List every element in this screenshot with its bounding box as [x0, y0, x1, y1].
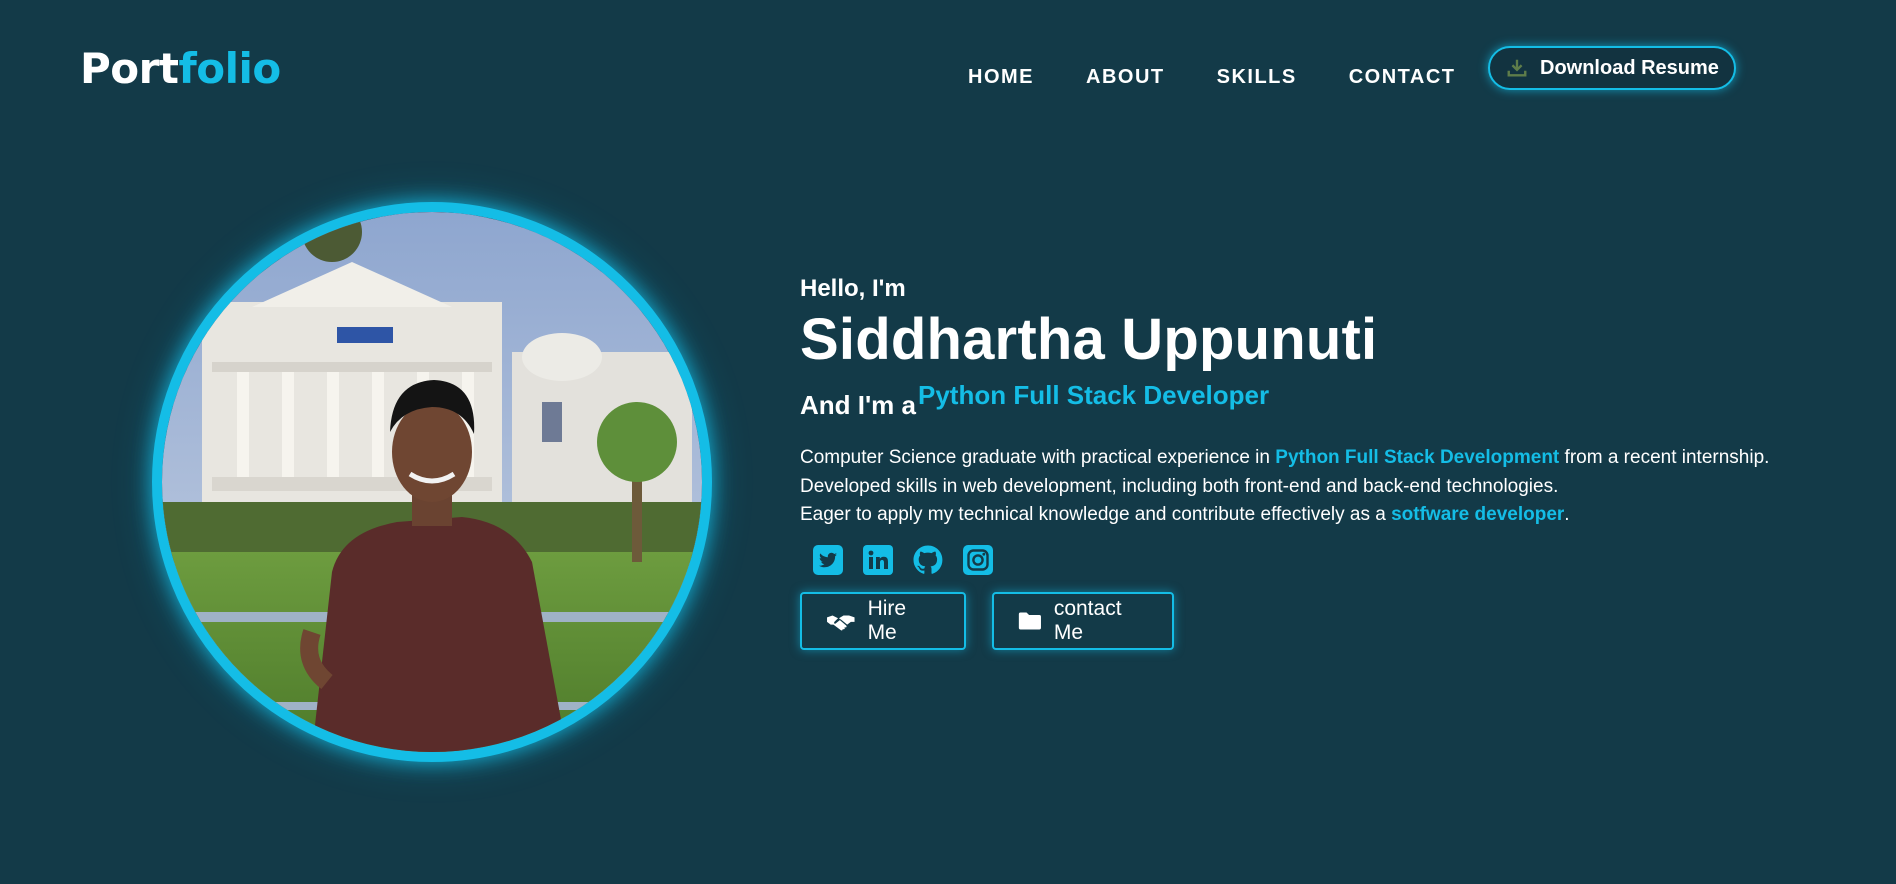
description-highlight: sotfware developer: [1391, 504, 1565, 525]
social-links: [800, 544, 1840, 576]
twitter-icon[interactable]: [812, 544, 844, 576]
role-line: And I'm a Python Full Stack Developer: [800, 380, 1840, 420]
hire-me-label: Hire Me: [867, 596, 907, 644]
cta-row: Hire Me contact Me: [800, 591, 1840, 650]
hire-me-button[interactable]: Hire Me: [800, 591, 966, 650]
hero-section: Hello, I'm Siddhartha Uppunuti And I'm a…: [800, 274, 1840, 650]
description-highlight: Python Full Stack Development: [1275, 447, 1560, 468]
profile-photo-illustration: [162, 212, 702, 752]
logo-text-part1: Port: [80, 44, 179, 93]
description-text: Computer Science graduate with practical…: [800, 447, 1276, 468]
nav-home[interactable]: HOME: [968, 62, 1034, 92]
instagram-icon[interactable]: [962, 544, 994, 576]
description-line-1: Computer Science graduate with practical…: [800, 444, 1840, 473]
folder-icon: [1018, 611, 1041, 630]
description-line-3: Eager to apply my technical knowledge an…: [800, 501, 1840, 530]
contact-me-button[interactable]: contact Me: [992, 591, 1174, 650]
hero-description: Computer Science graduate with practical…: [800, 444, 1840, 530]
download-resume-label: Download Resume: [1540, 56, 1719, 79]
github-icon[interactable]: [912, 544, 944, 576]
profile-photo: [152, 202, 712, 762]
description-text: .: [1564, 504, 1570, 525]
logo-text-part2: folio: [178, 44, 281, 93]
role-prefix: And I'm a: [800, 390, 916, 420]
handshake-icon: [827, 615, 855, 630]
role-title: Python Full Stack Developer: [918, 380, 1270, 410]
greeting: Hello, I'm: [800, 275, 906, 302]
nav-about[interactable]: ABOUT: [1086, 62, 1165, 92]
download-icon: [1506, 57, 1528, 79]
description-text: Eager to apply my technical knowledge an…: [800, 504, 1392, 525]
nav-contact[interactable]: CONTACT: [1349, 62, 1456, 92]
site-header: Portfolio HOME ABOUT SKILLS CONTACT Down…: [0, 0, 1896, 150]
description-text: from a recent internship.: [1559, 447, 1770, 468]
logo[interactable]: Portfolio: [80, 48, 281, 90]
hero-name: Siddhartha Uppunuti: [800, 307, 1378, 372]
nav-skills[interactable]: SKILLS: [1217, 62, 1297, 92]
description-line-2: Developed skills in web development, inc…: [800, 475, 1559, 497]
contact-me-label: contact Me: [1053, 596, 1122, 644]
main-nav: HOME ABOUT SKILLS CONTACT: [968, 62, 1456, 92]
linkedin-icon[interactable]: [862, 544, 894, 576]
download-resume-button[interactable]: Download Resume: [1488, 46, 1736, 90]
